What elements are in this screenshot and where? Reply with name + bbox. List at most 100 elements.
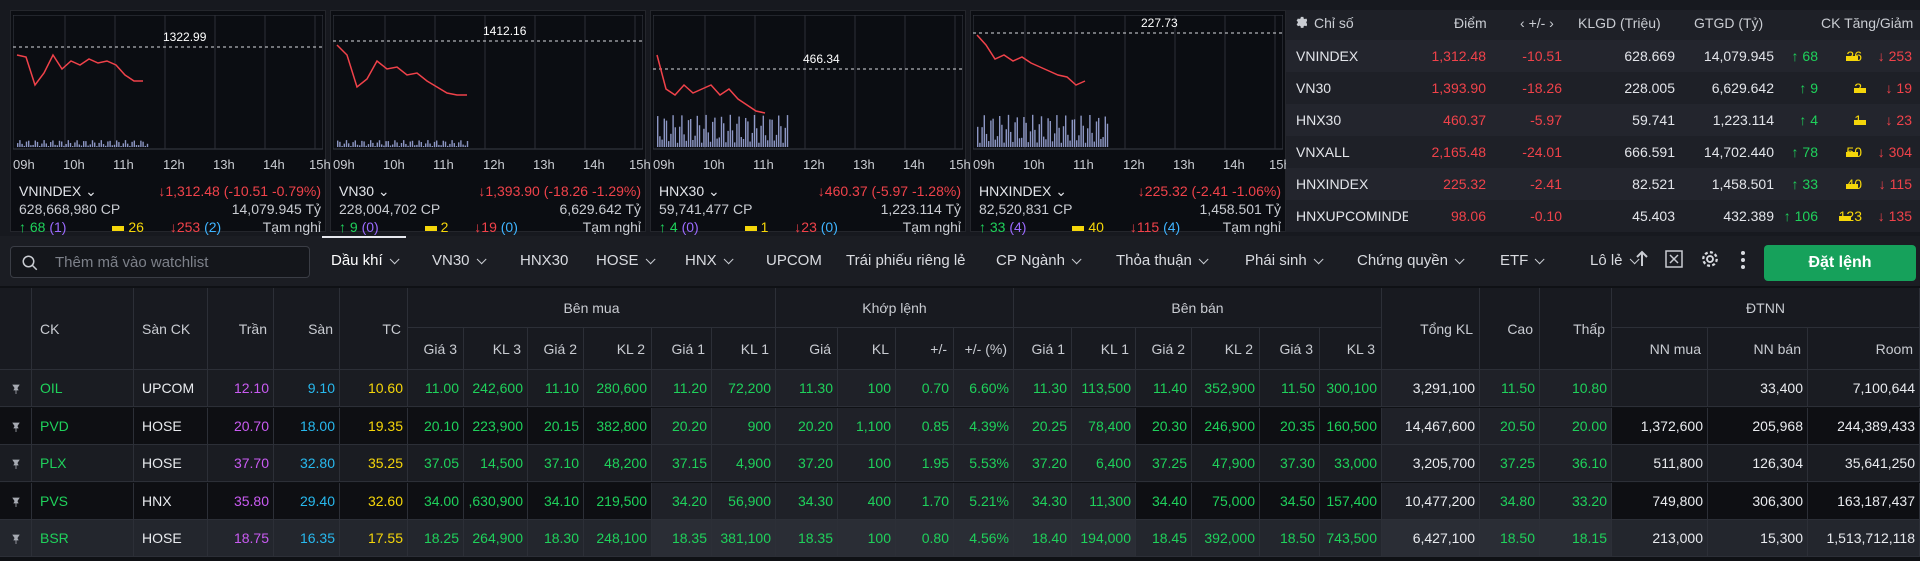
cell-ref: 10.60	[340, 370, 408, 407]
index-row-volume: 59.741	[1632, 112, 1675, 128]
tab-10[interactable]: Chứng quyền	[1357, 252, 1465, 269]
gear-icon[interactable]	[1701, 250, 1719, 271]
tab-8[interactable]: Thỏa thuận	[1116, 252, 1209, 269]
ref-value-label: 1412.16	[483, 24, 527, 38]
chevron-down-icon	[1535, 254, 1545, 265]
cell-floor: 9.10	[274, 370, 340, 407]
cell-bv3: 223,900	[464, 407, 528, 445]
pin-icon[interactable]	[0, 407, 32, 445]
time-label: 11h	[1073, 157, 1094, 172]
cell-ceil: 35.80	[208, 482, 274, 520]
index-row-change: -10.51	[1522, 48, 1562, 64]
active-tab-indicator	[322, 236, 406, 238]
settings-gear-icon[interactable]	[1294, 15, 1308, 31]
cell-ck[interactable]: OIL	[32, 370, 134, 407]
tab-5[interactable]: UPCOM	[766, 252, 822, 269]
tab-0[interactable]: Dầu khí	[331, 252, 400, 269]
header-mpct: +/- (%)	[954, 328, 1014, 370]
pin-icon[interactable]	[0, 445, 32, 482]
cell-ck[interactable]: BSR	[32, 520, 134, 557]
pin-icon[interactable]	[0, 482, 32, 520]
cell-high: 37.25	[1480, 445, 1540, 482]
cell-nn_buy: 749,800	[1612, 482, 1708, 520]
table-row[interactable]: BSR HOSE 18.75 16.35 17.55 18.25 264,900 18.30 2…	[0, 520, 1920, 557]
cell-exchange: HOSE	[134, 520, 208, 557]
index-name[interactable]: HNX30 ⌄	[659, 183, 720, 200]
index-row-name: VNXALL	[1296, 144, 1350, 160]
cell-total: 3,291,100	[1382, 370, 1480, 407]
tab-4[interactable]: HNX	[685, 252, 734, 269]
search-input[interactable]: Thêm mã vào watchlist	[55, 254, 208, 271]
session-status: Tạm nghỉ	[1222, 219, 1281, 235]
mini-chart-vn30[interactable]: 1412.16 09h 10h 11h 12h 13h 14h 15h VN30 ⌄ ↓1,…	[330, 10, 651, 235]
tab-11[interactable]: ETF	[1500, 252, 1545, 269]
cell-bv3: 242,600	[464, 370, 528, 407]
index-row[interactable]: HNXUPCOMINDE 98.06 -0.10 45.403 432.389 …	[1286, 200, 1920, 232]
table-row[interactable]: PVD HOSE 20.70 18.00 19.35 20.10 223,900 20.15 3…	[0, 407, 1920, 445]
index-value: 1,223.114 Tỷ	[880, 201, 961, 217]
cell-ck[interactable]: PVD	[32, 407, 134, 445]
cell-ck[interactable]: PVS	[32, 482, 134, 520]
index-table: Chỉ số Điểm ‹ +/- › KLGD (Triệu) GTGD (T…	[1286, 10, 1920, 232]
table-row[interactable]: PLX HOSE 37.70 32.80 35.25 37.05 14,500 37.10 48…	[0, 445, 1920, 482]
cell-mc: 1.70	[896, 482, 954, 520]
index-row[interactable]: HNX30 460.37 -5.97 59.741 1,223.114 ↑ 4 …	[1286, 104, 1920, 136]
chevron-down-icon	[1313, 254, 1324, 265]
cell-b1: 37.15	[652, 445, 712, 482]
cell-bv1: 56,900	[712, 482, 776, 520]
index-row-volume: 666.591	[1624, 144, 1675, 160]
cell-mpct: 4.56%	[954, 520, 1014, 557]
pin-icon[interactable]	[0, 370, 32, 407]
header-low: Thấp	[1540, 288, 1612, 370]
arrow-up-icon[interactable]	[1634, 250, 1650, 271]
cell-ck[interactable]: PLX	[32, 445, 134, 482]
tab-7[interactable]: CP Ngành	[996, 252, 1082, 269]
watchlist-search[interactable]: Thêm mã vào watchlist	[10, 246, 310, 278]
index-row[interactable]: VNINDEX 1,312.48 -10.51 628.669 14,079.9…	[1286, 40, 1920, 72]
mini-chart-hnx30[interactable]: 466.34 09h 10h 11h 12h 13h 14h 15h HNX30 ⌄ ↓46…	[650, 10, 971, 235]
cell-low: 20.00	[1540, 407, 1612, 445]
change-header[interactable]: ‹ +/- ›	[1520, 15, 1554, 31]
index-header-label: Chỉ số	[1314, 15, 1354, 31]
cell-s1: 20.25	[1014, 407, 1072, 445]
index-name[interactable]: HNXINDEX ⌄	[979, 183, 1067, 200]
cell-ceil: 18.75	[208, 520, 274, 557]
cell-mv: 400	[838, 482, 896, 520]
time-label: 13h	[853, 157, 875, 172]
place-order-button[interactable]: Đặt lệnh	[1764, 245, 1916, 281]
table-row[interactable]: OIL UPCOM 12.10 9.10 10.60 11.00 242,600 11.10 2…	[0, 370, 1920, 407]
time-axis: 09h 10h 11h 12h 13h 14h 15h	[11, 157, 331, 175]
cell-b2: 34.10	[528, 482, 584, 520]
pin-icon[interactable]	[0, 520, 32, 557]
index-row-point: 225.32	[1443, 176, 1486, 192]
tab-12[interactable]: Lô lẻ	[1590, 252, 1640, 269]
change-header-label: +/-	[1528, 15, 1546, 31]
tab-9[interactable]: Phái sinh	[1245, 252, 1324, 269]
index-row-unch: 123	[1838, 208, 1862, 224]
tab-6[interactable]: Trái phiếu riêng lẻ	[846, 252, 966, 269]
cell-sv3: 743,500	[1320, 520, 1382, 557]
more-vertical-icon[interactable]	[1740, 250, 1746, 273]
table-row[interactable]: PVS HNX 35.80 29.40 32.60 34.00,630,900 34.10 2…	[0, 482, 1920, 520]
time-label: 09h	[333, 157, 355, 172]
cell-s2: 18.45	[1136, 520, 1192, 557]
cell-b2: 18.30	[528, 520, 584, 557]
search-icon	[21, 254, 39, 275]
tab-3[interactable]: HOSE	[596, 252, 656, 269]
cell-room: 244,389,433	[1808, 407, 1920, 445]
index-name[interactable]: VN30 ⌄	[339, 183, 390, 200]
mini-chart-vnindex[interactable]: 1322.99 09h 10h 11h 12h 13h 14h 15h VNINDEX ⌄ …	[10, 10, 331, 235]
index-row[interactable]: VN30 1,393.90 -18.26 228.005 6,629.642 ↑…	[1286, 72, 1920, 104]
index-name[interactable]: VNINDEX ⌄	[19, 183, 97, 200]
mini-chart-hnxindex[interactable]: 227.73 09h 10h 11h 12h 13h 14h 15h HNXINDEX ⌄ …	[970, 10, 1291, 235]
excel-export-icon[interactable]	[1665, 250, 1683, 271]
index-row-down: ↓ 19	[1885, 80, 1912, 96]
header-sv1: KL 1	[1072, 328, 1136, 370]
tab-2[interactable]: HNX30	[520, 252, 568, 269]
tab-1[interactable]: VN30	[432, 252, 487, 269]
point-header: Điểm	[1454, 15, 1487, 31]
header-bv2: KL 2	[584, 328, 652, 370]
index-row[interactable]: VNXALL 2,165.48 -24.01 666.591 14,702.44…	[1286, 136, 1920, 168]
index-row[interactable]: HNXINDEX 225.32 -2.41 82.521 1,458.501 ↑…	[1286, 168, 1920, 200]
ref-value-label: 466.34	[803, 52, 840, 66]
